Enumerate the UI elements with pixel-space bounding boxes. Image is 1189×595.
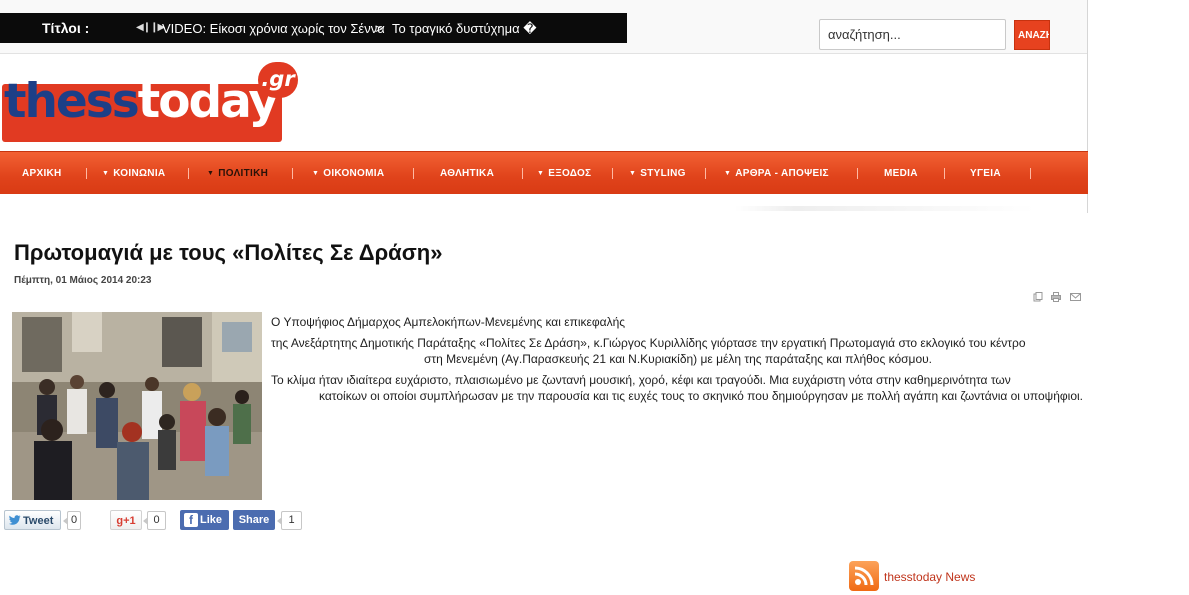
gplus-count: 0 (143, 511, 166, 530)
nav-item-society[interactable]: ▼ ΚΟΙΝΩΝΙΑ (102, 152, 165, 195)
dropdown-arrow-icon: ▼ (102, 170, 110, 177)
nav-divider (705, 168, 706, 179)
ticker-item[interactable]: Το τραγικό δυστύχημα � (392, 21, 537, 37)
social-share-bar: Tweet 0 g+1 0 f Like Share 1 (0, 510, 320, 532)
facebook-count: 1 (277, 511, 302, 530)
nav-divider (413, 168, 414, 179)
article-date: Πέμπτη, 01 Μάιος 2014 20:23 (14, 275, 152, 286)
nav-divider (292, 168, 293, 179)
ticker-item[interactable]: VIDEO: Είκοσι χρόνια χωρίς τον Σέννα (162, 21, 385, 36)
print-icon[interactable] (1051, 292, 1061, 302)
main-nav: ΑΡΧΙΚΗ ▼ ΚΟΙΝΩΝΙΑ ▼ ΠΟΛΙΤΙΚΗ ▼ ΟΙΚΟΝΟΜΙΑ ΑΘ… (0, 151, 1088, 194)
nav-item-styling[interactable]: ▼ STYLING (629, 152, 686, 195)
dropdown-arrow-icon: ▼ (724, 170, 732, 177)
article-body: Ο Υποψήφιος Δήμαρχος Αμπελοκήπων-Μενεμέν… (271, 314, 1087, 404)
nav-item-politics[interactable]: ▼ ΠΟΛΙΤΙΚΗ (207, 152, 268, 195)
dropdown-arrow-icon: ▼ (629, 170, 637, 177)
crowd-photo-illustration (12, 312, 262, 500)
nav-divider (86, 168, 87, 179)
facebook-like-button[interactable]: f Like (180, 510, 229, 530)
logo-text: thesstoday (4, 74, 279, 129)
nav-divider (944, 168, 945, 179)
ticker-controls[interactable]: ◀❙❙▶ (136, 22, 165, 33)
ticker-pause-icon[interactable]: ❙❙ (143, 22, 159, 33)
article-paragraph: Ο Υποψήφιος Δήμαρχος Αμπελοκήπων-Μενεμέν… (271, 315, 626, 329)
article-photo (12, 312, 262, 500)
twitter-bird-icon (9, 515, 21, 525)
rss-feed-label: thesstoday News (884, 570, 976, 584)
tweet-count: 0 (63, 511, 81, 530)
nav-item-health[interactable]: ΥΓΕΙΑ (970, 152, 1001, 195)
gplus-button[interactable]: g+1 (110, 510, 142, 530)
facebook-share-button[interactable]: Share (233, 510, 275, 530)
nav-divider (612, 168, 613, 179)
nav-item-economy[interactable]: ▼ ΟΙΚΟΝΟΜΙΑ (312, 152, 384, 195)
nav-divider (522, 168, 523, 179)
submenu-strip (735, 206, 1035, 211)
article-paragraph: της Ανεξάρτητης Δημοτικής Παράταξης «Πολ… (271, 336, 1026, 366)
dropdown-arrow-icon: ▼ (312, 170, 320, 177)
ticker-prev-icon[interactable]: ◀ (136, 22, 144, 33)
article-paragraph: Το κλίμα ήταν ιδιαίτερα ευχάριστο, πλαισ… (271, 373, 1083, 403)
nav-divider (188, 168, 189, 179)
top-bar: Τίτλοι : ◀❙❙▶ VIDEO: Είκοσι χρόνια χωρίς… (0, 0, 1088, 213)
pdf-icon[interactable] (1033, 292, 1043, 302)
rss-icon (849, 561, 879, 591)
nav-item-media[interactable]: MEDIA (884, 152, 918, 195)
tweet-button[interactable]: Tweet (4, 510, 61, 530)
nav-item-going-out[interactable]: ▼ ΕΞΟΔΟΣ (537, 152, 591, 195)
news-ticker: Τίτλοι : ◀❙❙▶ VIDEO: Είκοσι χρόνια χωρίς… (0, 13, 627, 43)
nav-item-opinions[interactable]: ▼ ΑΡΘΡΑ - ΑΠΟΨΕΙΣ (724, 152, 829, 195)
email-icon[interactable] (1070, 292, 1081, 302)
ticker-label: Τίτλοι : (42, 20, 90, 36)
logo-tld: .gr (258, 62, 298, 98)
search-button[interactable]: ΑΝΑΖΗΤΗΣΗ (1014, 20, 1050, 50)
site-logo[interactable]: thesstoday .gr (0, 62, 300, 146)
ticker-separator: > (375, 21, 383, 36)
nav-item-sports[interactable]: ΑΘΛΗΤΙΚΑ (440, 152, 494, 195)
search-input[interactable] (819, 19, 1006, 50)
article-title: Πρωτομαγιά με τους «Πολίτες Σε Δράση» (14, 240, 443, 265)
nav-item-home[interactable]: ΑΡΧΙΚΗ (22, 152, 62, 195)
dropdown-arrow-icon: ▼ (207, 170, 215, 177)
dropdown-arrow-icon: ▼ (537, 170, 545, 177)
facebook-icon: f (184, 513, 198, 527)
article-tools (1033, 292, 1083, 304)
page: Τίτλοι : ◀❙❙▶ VIDEO: Είκοσι χρόνια χωρίς… (0, 0, 1189, 595)
rss-feed-link[interactable]: thesstoday News (849, 561, 1029, 591)
nav-divider (1030, 168, 1031, 179)
nav-divider (857, 168, 858, 179)
